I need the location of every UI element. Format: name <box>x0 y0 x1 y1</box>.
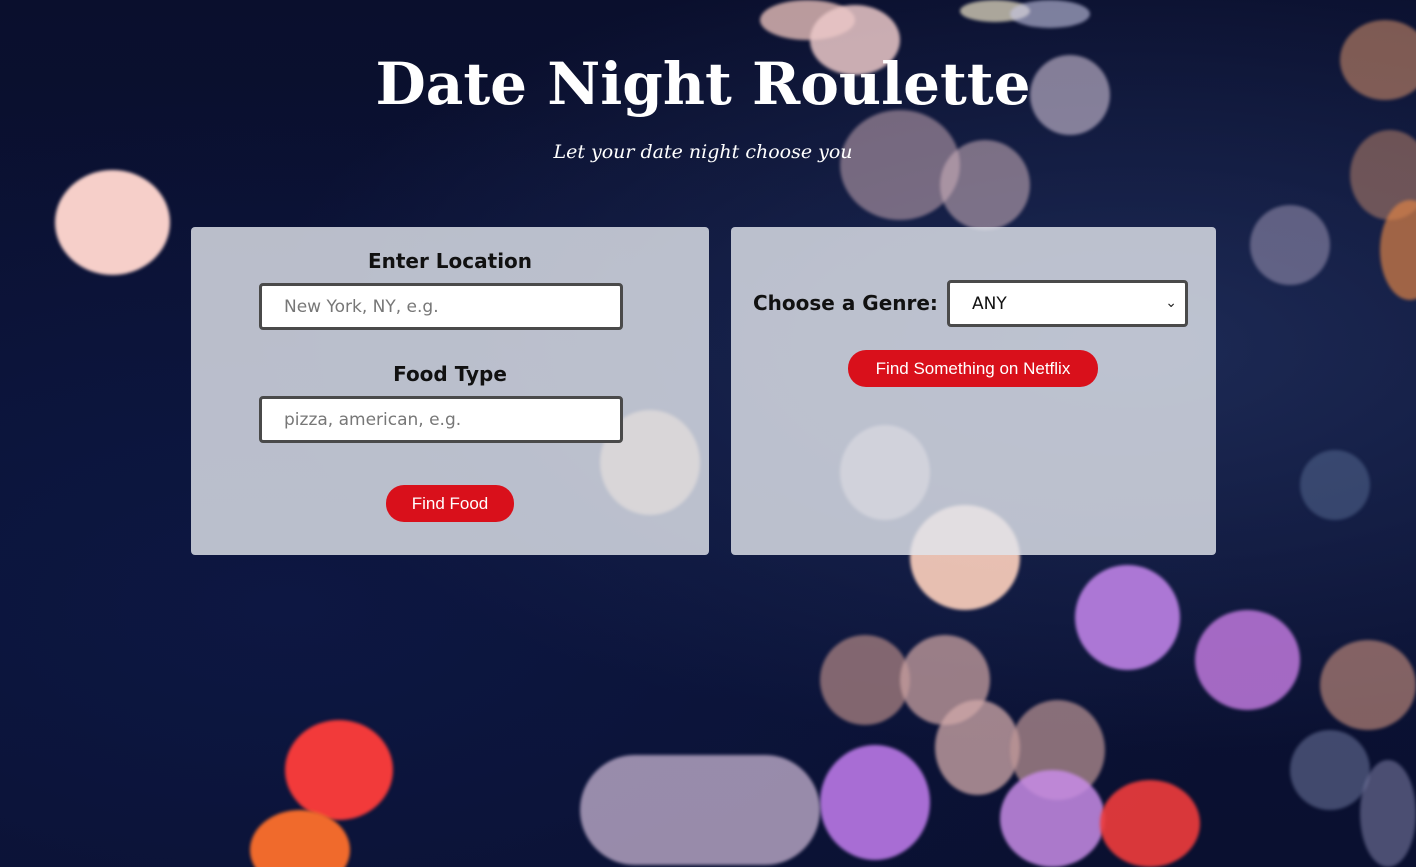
location-input[interactable] <box>259 283 623 330</box>
food-search-panel: Enter Location Food Type Find Food <box>191 227 709 555</box>
food-type-label: Food Type <box>393 362 507 386</box>
genre-selected-value: ANY <box>972 293 1007 314</box>
find-netflix-button[interactable]: Find Something on Netflix <box>848 350 1098 387</box>
location-label: Enter Location <box>367 249 533 273</box>
genre-select[interactable]: ANY ⌄ <box>947 280 1188 327</box>
find-food-button[interactable]: Find Food <box>386 485 514 522</box>
food-type-input[interactable] <box>259 396 623 443</box>
netflix-search-panel: Choose a Genre: ANY ⌄ Find Something on … <box>731 227 1216 555</box>
chevron-down-icon: ⌄ <box>1165 295 1177 311</box>
page-subtitle: Let your date night choose you <box>553 141 853 163</box>
genre-label: Choose a Genre: <box>753 291 938 315</box>
page-title: Date Night Roulette <box>375 50 1031 118</box>
